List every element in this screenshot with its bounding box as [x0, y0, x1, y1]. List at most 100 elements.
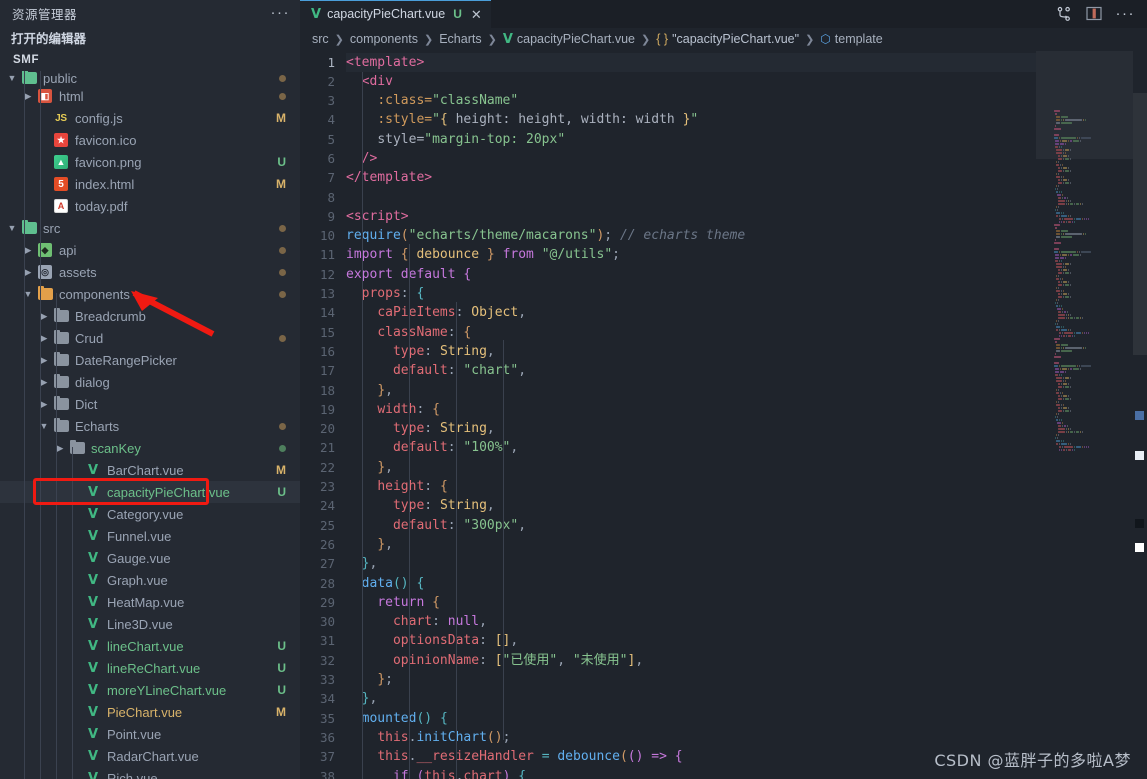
workspace-root-section[interactable]: SMF — [0, 49, 300, 71]
chevron-right-icon[interactable]: ▶ — [36, 399, 52, 410]
code-line[interactable]: <div — [346, 72, 1147, 91]
tree-folder-row[interactable]: ▶ ◧ html — [0, 85, 300, 107]
tree-folder-row[interactable]: ▶ Breadcrumb — [0, 305, 300, 327]
breadcrumb-item[interactable]: Echarts — [439, 32, 481, 46]
breadcrumb-item[interactable]: VcapacityPieChart.vue — [503, 32, 635, 47]
code-line[interactable]: <template> — [346, 52, 1147, 72]
tree-file-row[interactable]: VlineChart.vue U — [0, 635, 300, 657]
code-line[interactable]: default: "100%", — [346, 438, 1147, 457]
file-tree[interactable]: ▼ public ▶ ◧ html JS config.js M ★ favicon.ico ▲ fa… — [0, 71, 300, 779]
tree-file-row[interactable]: Atoday.pdf — [0, 195, 300, 217]
tree-file-row[interactable]: V Point.vue — [0, 723, 300, 745]
code-line[interactable]: </template> — [346, 168, 1147, 187]
code-line[interactable]: type: String, — [346, 496, 1147, 515]
code-content[interactable]: <template> <div :class="className" :styl… — [346, 51, 1147, 779]
close-icon[interactable]: ✕ — [471, 8, 482, 21]
tree-file-row[interactable]: V Category.vue — [0, 503, 300, 525]
chevron-down-icon[interactable]: ▼ — [20, 289, 36, 299]
code-line[interactable]: this.initChart(); — [346, 728, 1147, 747]
split-source-control-icon[interactable] — [1056, 6, 1072, 22]
code-line[interactable]: width: { — [346, 400, 1147, 419]
breadcrumb-item[interactable]: src — [312, 32, 329, 46]
tree-file-row[interactable]: V Graph.vue — [0, 569, 300, 591]
open-editors-section[interactable]: 打开的编辑器 — [0, 27, 300, 50]
tree-file-row[interactable]: VmoreYLineChart.vue U — [0, 679, 300, 701]
more-actions-icon[interactable]: ··· — [1116, 6, 1136, 21]
code-line[interactable]: }, — [346, 381, 1147, 400]
chevron-down-icon[interactable]: ▼ — [36, 421, 52, 431]
code-line[interactable]: :class="className" — [346, 91, 1147, 110]
code-line[interactable]: }, — [346, 689, 1147, 708]
chevron-right-icon[interactable]: ▶ — [36, 311, 52, 322]
tree-folder-row[interactable]: ▶ ◎ assets — [0, 261, 300, 283]
scrollbar-thumb[interactable] — [1133, 92, 1147, 355]
code-line[interactable]: props: { — [346, 284, 1147, 303]
code-line[interactable]: export default { — [346, 265, 1147, 284]
tree-file-row[interactable]: V RadarChart.vue — [0, 745, 300, 767]
code-line[interactable]: height: { — [346, 477, 1147, 496]
chevron-right-icon[interactable]: ▶ — [36, 333, 52, 344]
tree-file-row[interactable]: V Gauge.vue — [0, 547, 300, 569]
tree-folder-row[interactable]: ▼ public — [0, 71, 300, 86]
minimap-slider[interactable] — [1036, 50, 1133, 159]
tree-file-row[interactable]: V HeatMap.vue — [0, 591, 300, 613]
tree-file-row[interactable]: V Rich.vue — [0, 767, 300, 779]
tree-file-row[interactable]: V Line3D.vue — [0, 613, 300, 635]
breadcrumb-item[interactable]: { } "capacityPieChart.vue" — [656, 32, 799, 46]
explorer-more-icon[interactable]: ··· — [271, 5, 291, 20]
code-line[interactable]: }, — [346, 535, 1147, 554]
chevron-right-icon[interactable]: ▶ — [20, 245, 36, 256]
code-line[interactable]: className: { — [346, 323, 1147, 342]
tree-file-row[interactable]: 5 index.html M — [0, 173, 300, 195]
tree-file-row[interactable]: V BarChart.vue M — [0, 459, 300, 481]
code-line[interactable] — [346, 188, 1147, 207]
code-line[interactable]: mounted() { — [346, 709, 1147, 728]
tree-folder-row[interactable]: ▼ components — [0, 283, 300, 305]
code-line[interactable]: }; — [346, 670, 1147, 689]
code-line[interactable]: type: String, — [346, 419, 1147, 438]
tree-file-row[interactable]: V PieChart.vue M — [0, 701, 300, 723]
code-line[interactable]: default: "chart", — [346, 361, 1147, 380]
tree-folder-row[interactable]: ▶ scanKey — [0, 437, 300, 459]
tree-file-row[interactable]: VlineReChart.vue U — [0, 657, 300, 679]
tab-capacityPieChart-vue[interactable]: V capacityPieChart.vue U ✕ — [300, 0, 491, 28]
code-line[interactable]: import { debounce } from "@/utils"; — [346, 245, 1147, 264]
tree-folder-row[interactable]: ▶ dialog — [0, 371, 300, 393]
code-line[interactable]: this.__resizeHandler = debounce(() => { — [346, 747, 1147, 766]
minimap[interactable] — [1036, 50, 1133, 779]
code-line[interactable]: style="margin-top: 20px" — [346, 130, 1147, 149]
tree-file-row[interactable]: ★ favicon.ico — [0, 129, 300, 151]
chevron-right-icon[interactable]: ▶ — [52, 443, 68, 454]
code-area[interactable]: 1 2 3 4 5 6 7 8 9 10 11 12 13 14 15 16 17 18 19 20 21 22 23 24 2… — [300, 50, 1147, 779]
tree-folder-row[interactable]: ▶ Dict — [0, 393, 300, 415]
tree-folder-row[interactable]: ▶ DateRangePicker — [0, 349, 300, 371]
chevron-down-icon[interactable]: ▼ — [4, 73, 20, 83]
tree-file-row[interactable]: V Funnel.vue — [0, 525, 300, 547]
tree-folder-row[interactable]: ▼ Echarts — [0, 415, 300, 437]
code-line[interactable]: default: "300px", — [346, 516, 1147, 535]
breadcrumb[interactable]: src ❯ components ❯ Echarts ❯ VcapacityPieChart… — [300, 27, 1147, 51]
vertical-scrollbar[interactable] — [1133, 50, 1147, 779]
code-line[interactable]: require("echarts/theme/macarons"); // ec… — [346, 226, 1147, 245]
code-line[interactable]: }, — [346, 554, 1147, 573]
chevron-right-icon[interactable]: ▶ — [20, 91, 36, 102]
tree-file-row[interactable]: ▲ favicon.png U — [0, 151, 300, 173]
chevron-down-icon[interactable]: ▼ — [4, 223, 20, 233]
code-line[interactable]: }, — [346, 458, 1147, 477]
code-line[interactable]: caPieItems: Object, — [346, 303, 1147, 322]
code-line[interactable]: return { — [346, 593, 1147, 612]
chevron-right-icon[interactable]: ▶ — [36, 355, 52, 366]
breadcrumb-item[interactable]: components — [350, 32, 418, 46]
tree-folder-row[interactable]: ▼ src — [0, 217, 300, 239]
tree-file-row[interactable]: VcapacityPieChart.vue U — [0, 481, 300, 503]
split-editor-icon[interactable] — [1085, 6, 1102, 21]
code-line[interactable]: optionsData: [], — [346, 631, 1147, 650]
chevron-right-icon[interactable]: ▶ — [36, 377, 52, 388]
chevron-right-icon[interactable]: ▶ — [20, 267, 36, 278]
code-line[interactable]: <script> — [346, 207, 1147, 226]
tree-folder-row[interactable]: ▶ ◆ api — [0, 239, 300, 261]
code-line[interactable]: data() { — [346, 574, 1147, 593]
code-line[interactable]: :style="{ height: height, width: width }… — [346, 110, 1147, 129]
breadcrumb-item[interactable]: ⬡ template — [820, 32, 882, 46]
tree-file-row[interactable]: JS config.js M — [0, 107, 300, 129]
